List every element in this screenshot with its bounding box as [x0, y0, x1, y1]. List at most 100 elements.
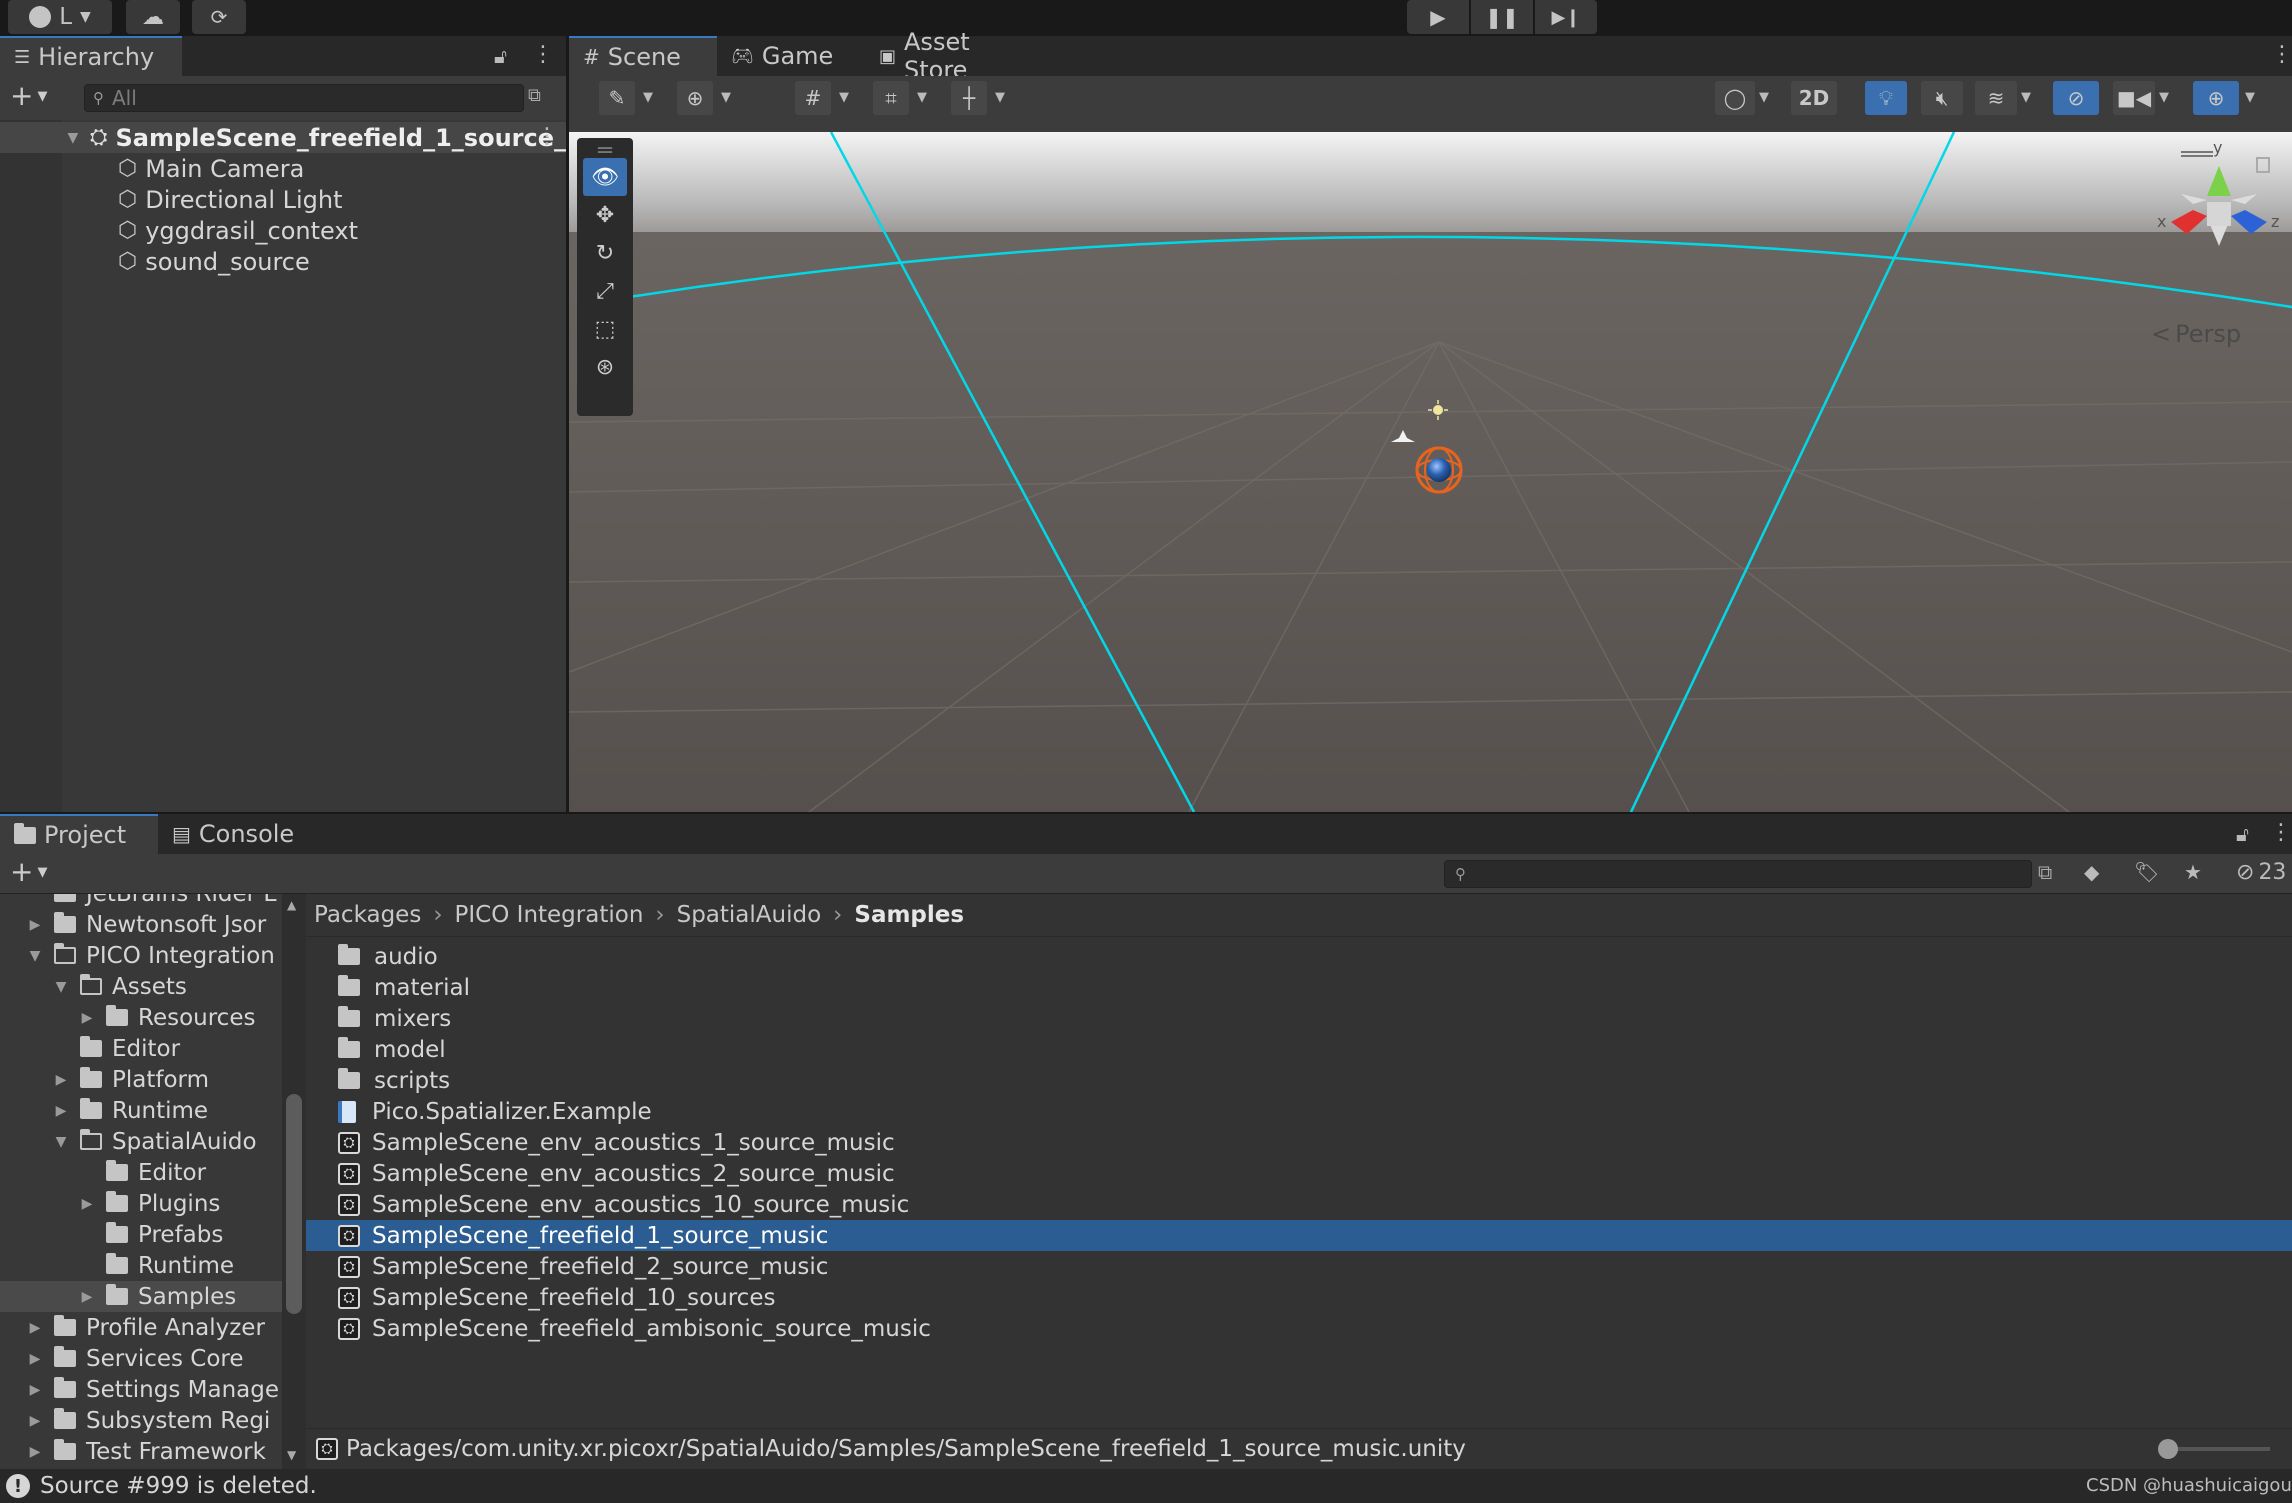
chevron-down-icon[interactable]: ▼: [2159, 90, 2169, 105]
scene-root-row[interactable]: ▼ ⛭ SampleScene_freefield_1_source_ ⋮: [0, 122, 566, 153]
tree-item[interactable]: ▶ Plugins: [0, 1188, 306, 1219]
chevron-down-icon[interactable]: ▼: [995, 90, 1005, 105]
increment-snap-button[interactable]: ⌗: [873, 81, 909, 115]
chevron-down-icon[interactable]: ▼: [643, 90, 653, 105]
pause-button[interactable]: ❚❚: [1471, 0, 1533, 34]
effects-button[interactable]: ≋: [1975, 81, 2017, 115]
asset-item[interactable]: ⛭ SampleScene_env_acoustics_2_source_musi…: [306, 1158, 2292, 1189]
more-options-icon[interactable]: ⋮: [532, 42, 554, 67]
lock-icon[interactable]: 🔓︎: [494, 44, 507, 68]
orientation-gizmo[interactable]: y x z: [2109, 138, 2289, 288]
tree-item[interactable]: ▶ Profile Analyzer: [0, 1312, 306, 1343]
tab-asset-store[interactable]: ▣ Asset Store: [865, 28, 1045, 84]
scrollbar-thumb[interactable]: [286, 1094, 302, 1314]
tree-item[interactable]: ▼ Assets: [0, 971, 306, 1002]
more-options-icon[interactable]: ⋮: [2270, 820, 2292, 845]
slider-thumb[interactable]: [2158, 1439, 2178, 1459]
chevron-down-icon[interactable]: ▼: [52, 979, 70, 995]
chevron-down-icon[interactable]: ▼: [26, 948, 44, 964]
shading-mode-button[interactable]: ◯: [1715, 81, 1755, 115]
tab-game[interactable]: 🎮︎ Game: [717, 36, 865, 76]
scale-tool-button[interactable]: ⤢: [583, 272, 627, 310]
breadcrumb-pico-integration[interactable]: PICO Integration: [455, 902, 644, 928]
tree-item[interactable]: ▶ Newtonsoft Jsor: [0, 909, 306, 940]
visibility-toggle-button[interactable]: ⊘: [2053, 81, 2099, 115]
tree-item[interactable]: ▼ SpatialAuido: [0, 1126, 306, 1157]
chevron-right-icon[interactable]: ▶: [26, 917, 44, 933]
project-search-input[interactable]: ⚲: [1444, 860, 2032, 888]
grid-snap-button[interactable]: #: [795, 81, 831, 115]
tree-item[interactable]: ▶ Subsystem Regi: [0, 1405, 306, 1436]
tab-console[interactable]: ▤ Console: [158, 814, 318, 854]
draw-mode-button[interactable]: ✎: [599, 81, 635, 115]
search-options-icon[interactable]: ⧉: [528, 85, 541, 106]
tree-item[interactable]: ▶ Resources: [0, 1002, 306, 1033]
asset-item[interactable]: material: [306, 972, 2292, 1003]
chevron-down-icon[interactable]: ▼: [917, 90, 927, 105]
camera-button[interactable]: ■◀: [2113, 81, 2155, 115]
tab-project[interactable]: Project: [0, 814, 158, 854]
breadcrumb-samples[interactable]: Samples: [854, 902, 964, 928]
asset-item[interactable]: ⛭ SampleScene_freefield_ambisonic_source_…: [306, 1313, 2292, 1344]
breadcrumb-packages[interactable]: Packages: [314, 902, 421, 928]
gizmos-button[interactable]: ⊕: [2193, 81, 2239, 115]
asset-item[interactable]: ⛭ SampleScene_freefield_1_source_music: [306, 1220, 2292, 1251]
chevron-right-icon[interactable]: ▶: [78, 1289, 96, 1305]
cloud-button[interactable]: ☁: [126, 0, 180, 34]
filter-type-icon[interactable]: ◆: [2084, 860, 2099, 884]
transform-tool-button[interactable]: ⊛: [583, 348, 627, 386]
play-button[interactable]: ▶: [1407, 0, 1469, 34]
create-button[interactable]: + ▼: [10, 82, 47, 110]
breadcrumb-spatialauido[interactable]: SpatialAuido: [677, 902, 822, 928]
hierarchy-item[interactable]: ⬡ Main Camera: [0, 153, 566, 184]
create-asset-button[interactable]: + ▼: [10, 858, 47, 886]
audio-toggle-button[interactable]: 🔇︎: [1921, 81, 1963, 115]
asset-item[interactable]: audio: [306, 941, 2292, 972]
view-tool-button[interactable]: 👁︎: [583, 158, 627, 196]
tree-item[interactable]: Runtime: [0, 1250, 306, 1281]
chevron-right-icon[interactable]: ▶: [26, 1382, 44, 1398]
hierarchy-item[interactable]: ⬡ yggdrasil_context: [0, 215, 566, 246]
chevron-down-icon[interactable]: ▼: [2021, 90, 2031, 105]
tree-item[interactable]: ▶ Platform: [0, 1064, 306, 1095]
asset-item[interactable]: mixers: [306, 1003, 2292, 1034]
hierarchy-search-input[interactable]: ⚲ All: [84, 84, 524, 112]
tree-item[interactable]: ▶ Settings Manage: [0, 1374, 306, 1405]
hidden-packages-toggle[interactable]: ⊘ 23: [2236, 860, 2286, 885]
hierarchy-item[interactable]: ⬡ Directional Light: [0, 184, 566, 215]
ruler-button[interactable]: ┼: [951, 81, 987, 115]
asset-item[interactable]: ⛭ SampleScene_env_acoustics_1_source_musi…: [306, 1127, 2292, 1158]
tree-item[interactable]: ▶ Services Core: [0, 1343, 306, 1374]
chevron-down-icon[interactable]: ▼: [2245, 90, 2255, 105]
chevron-right-icon[interactable]: ▶: [26, 1444, 44, 1460]
global-toggle-button[interactable]: ⊕: [677, 81, 713, 115]
account-dropdown[interactable]: L ▼: [8, 0, 112, 34]
status-message[interactable]: Source #999 is deleted.: [40, 1473, 317, 1499]
asset-item[interactable]: ⛭ SampleScene_freefield_10_sources: [306, 1282, 2292, 1313]
chevron-right-icon[interactable]: ▶: [26, 1351, 44, 1367]
scene-viewport[interactable]: ═ 👁︎ ✥ ↻ ⤢ ⬚ ⊛ y x z < Persp: [569, 132, 2292, 812]
filter-label-icon[interactable]: 🏷︎: [2134, 860, 2159, 884]
lock-icon[interactable]: 🔓︎: [2236, 822, 2249, 846]
icon-size-slider[interactable]: [2158, 1439, 2270, 1459]
scroll-down-icon[interactable]: ▼: [287, 1448, 296, 1462]
chevron-right-icon[interactable]: ▶: [52, 1072, 70, 1088]
tree-scrollbar[interactable]: ▲ ▼: [282, 894, 306, 1469]
hierarchy-item[interactable]: ⬡ sound_source: [0, 246, 566, 277]
tree-item[interactable]: JetBrains Rider E: [0, 894, 306, 909]
drag-handle[interactable]: ═: [583, 138, 627, 164]
asset-item[interactable]: model: [306, 1034, 2292, 1065]
chevron-down-icon[interactable]: ▼: [1759, 90, 1769, 105]
chevron-right-icon[interactable]: ▶: [26, 1320, 44, 1336]
asset-item[interactable]: Pico.Spatializer.Example: [306, 1096, 2292, 1127]
collab-button[interactable]: ⟳: [192, 0, 246, 34]
tree-item[interactable]: Prefabs: [0, 1219, 306, 1250]
tab-hierarchy[interactable]: ☰ Hierarchy: [0, 36, 182, 76]
scene-more-icon[interactable]: ⋮: [536, 124, 558, 149]
asset-item[interactable]: ⛭ SampleScene_freefield_2_source_music: [306, 1251, 2292, 1282]
chevron-right-icon[interactable]: ▶: [78, 1010, 96, 1026]
more-options-icon[interactable]: ⋮: [2271, 42, 2292, 67]
rotate-tool-button[interactable]: ↻: [583, 234, 627, 272]
move-tool-button[interactable]: ✥: [583, 196, 627, 234]
tree-item[interactable]: Editor: [0, 1157, 306, 1188]
